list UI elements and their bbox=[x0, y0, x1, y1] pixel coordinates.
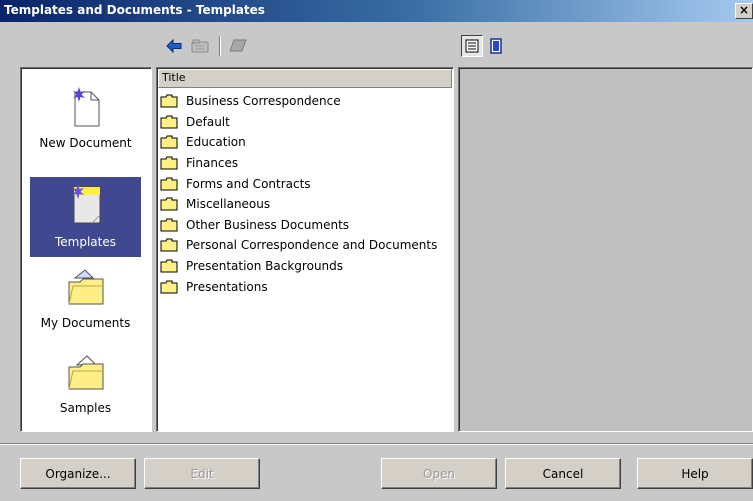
list-item[interactable]: Education bbox=[160, 132, 437, 153]
nav-samples[interactable]: Samples bbox=[30, 347, 141, 427]
nav-new-document[interactable]: New Document bbox=[30, 80, 141, 160]
folder-icon bbox=[160, 135, 178, 149]
folder-icon bbox=[160, 197, 178, 211]
list-item-label: Other Business Documents bbox=[186, 217, 350, 232]
folder-icon bbox=[160, 177, 178, 191]
samples-folder-icon bbox=[68, 355, 103, 390]
list-item[interactable]: Forms and Contracts bbox=[160, 173, 437, 194]
list-item-label: Presentations bbox=[186, 279, 268, 294]
list-item-label: Presentation Backgrounds bbox=[186, 259, 344, 274]
title-bar: Templates and Documents - Templates × bbox=[0, 0, 753, 22]
templates-icon bbox=[71, 184, 100, 224]
list-item[interactable]: Other Business Documents bbox=[160, 215, 437, 236]
folder-icon bbox=[160, 218, 178, 232]
open-button[interactable]: Open bbox=[381, 458, 497, 489]
details-view-icon[interactable] bbox=[461, 35, 483, 57]
folder-icon bbox=[160, 156, 178, 170]
nav-samples-label: Samples bbox=[59, 401, 112, 415]
nav-my-documents-label: My Documents bbox=[40, 316, 131, 330]
organize-button[interactable]: Organize... bbox=[20, 458, 136, 489]
template-list: Title Business Correspondence Default Ed… bbox=[156, 67, 454, 432]
folder-icon bbox=[160, 115, 178, 129]
list-item[interactable]: Presentations bbox=[160, 276, 437, 297]
cancel-button[interactable]: Cancel bbox=[505, 458, 621, 489]
new-document-icon bbox=[72, 87, 99, 127]
list-item-label: Business Correspondence bbox=[186, 94, 341, 109]
column-header-title[interactable]: Title bbox=[158, 69, 452, 88]
nav-templates-label: Templates bbox=[54, 235, 116, 249]
list-item[interactable]: Miscellaneous bbox=[160, 194, 437, 215]
navigation-panel: New Document Templates My Documents Samp… bbox=[20, 67, 152, 432]
folder-icon bbox=[160, 280, 178, 294]
nav-new-document-label: New Document bbox=[39, 136, 132, 150]
folder-icon bbox=[160, 259, 178, 273]
list-rows: Business Correspondence Default Educatio… bbox=[160, 91, 437, 297]
list-item[interactable]: Finances bbox=[160, 153, 437, 174]
folder-icon bbox=[160, 238, 178, 252]
folder-up-icon bbox=[190, 36, 210, 56]
edit-button[interactable]: Edit bbox=[144, 458, 260, 489]
preview-panel bbox=[458, 67, 753, 432]
close-button[interactable]: × bbox=[735, 3, 753, 19]
list-item-label: Default bbox=[186, 114, 230, 129]
nav-templates[interactable]: Templates bbox=[30, 177, 141, 257]
list-item[interactable]: Business Correspondence bbox=[160, 91, 437, 112]
window-title: Templates and Documents - Templates bbox=[4, 3, 265, 17]
list-item[interactable]: Personal Correspondence and Documents bbox=[160, 235, 437, 256]
back-arrow-icon[interactable] bbox=[165, 36, 183, 56]
list-item[interactable]: Default bbox=[160, 112, 437, 133]
list-item-label: Forms and Contracts bbox=[186, 176, 311, 191]
list-item-label: Finances bbox=[186, 156, 239, 171]
my-documents-folder-icon bbox=[68, 269, 103, 305]
dialog-divider bbox=[0, 443, 753, 445]
toolbar-separator bbox=[219, 36, 221, 56]
list-item-label: Miscellaneous bbox=[186, 197, 271, 212]
list-item-label: Personal Correspondence and Documents bbox=[186, 238, 438, 253]
nav-my-documents[interactable]: My Documents bbox=[30, 262, 141, 342]
folder-icon bbox=[160, 94, 178, 108]
list-item-label: Education bbox=[186, 135, 246, 150]
list-item[interactable]: Presentation Backgrounds bbox=[160, 256, 437, 277]
document-preview-icon[interactable] bbox=[487, 36, 505, 56]
print-icon bbox=[227, 36, 249, 56]
help-button[interactable]: Help bbox=[637, 458, 753, 489]
